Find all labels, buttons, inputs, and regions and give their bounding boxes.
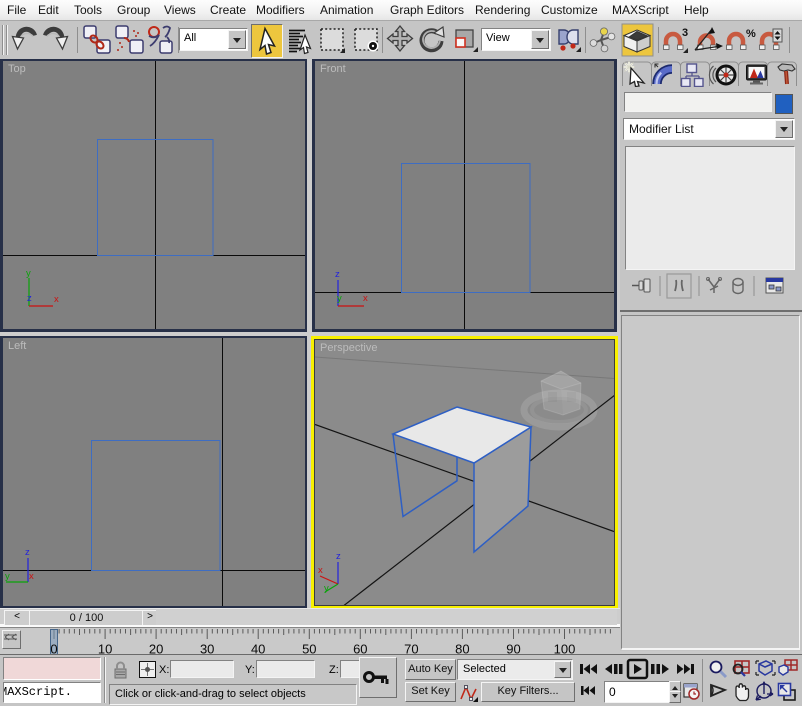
- svg-text:10: 10: [98, 642, 112, 656]
- svg-text:40: 40: [251, 642, 265, 656]
- svg-text:y: y: [324, 583, 329, 594]
- svg-text:z: z: [335, 269, 340, 280]
- svg-text:70: 70: [404, 642, 418, 656]
- svg-text:90: 90: [506, 642, 520, 656]
- svg-text:y: y: [26, 268, 31, 279]
- svg-text:80: 80: [455, 642, 469, 656]
- svg-text:100: 100: [554, 642, 576, 656]
- svg-text:z: z: [336, 551, 341, 562]
- svg-text:x: x: [318, 565, 323, 576]
- svg-text:x: x: [363, 293, 368, 304]
- svg-text:0: 0: [50, 642, 57, 656]
- svg-text:z: z: [27, 293, 32, 304]
- svg-text:z: z: [25, 547, 30, 558]
- svg-text:x: x: [29, 571, 34, 582]
- svg-text:60: 60: [353, 642, 367, 656]
- svg-text:%: %: [746, 28, 756, 40]
- svg-text:y: y: [5, 571, 10, 582]
- svg-text:20: 20: [149, 642, 163, 656]
- svg-text:3: 3: [682, 27, 688, 39]
- svg-text:30: 30: [200, 642, 214, 656]
- svg-text:50: 50: [302, 642, 316, 656]
- svg-text:x: x: [54, 294, 59, 305]
- svg-text:y: y: [337, 293, 342, 304]
